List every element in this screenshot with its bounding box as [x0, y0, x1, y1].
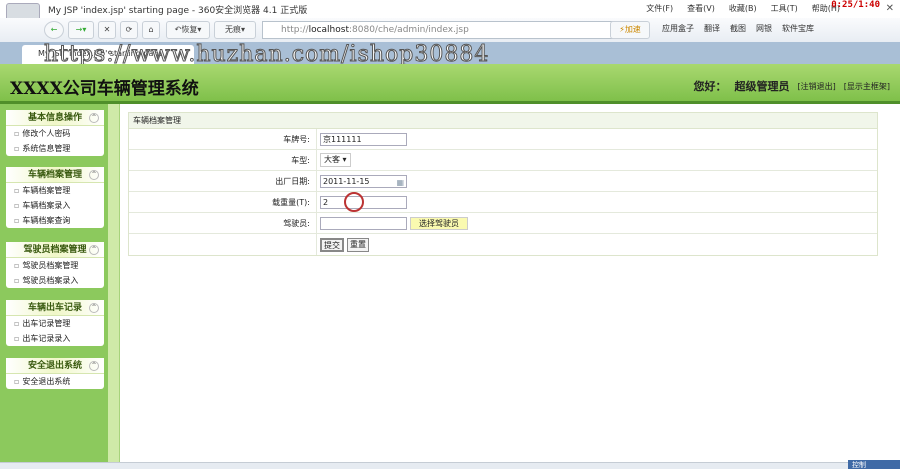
tool-ebank[interactable]: 网银 — [756, 23, 772, 34]
choose-driver-button[interactable]: 选择驾驶员 — [410, 216, 468, 230]
user-name: 超级管理员 — [734, 80, 790, 93]
sidebar-item[interactable]: 车辆档案查询 — [6, 213, 104, 228]
form-row-type: 车型: 大客 ▾ — [129, 150, 877, 171]
sidebar-group-driver: 驾驶员档案管理^ 驾驶员档案管理 驾驶员档案录入 — [6, 242, 104, 288]
home-icon[interactable]: ⌂ — [142, 21, 160, 39]
sidebar-item[interactable]: 车辆档案录入 — [6, 198, 104, 213]
menu-file[interactable]: 文件(F) — [646, 3, 673, 14]
sidebar-item[interactable]: 驾驶员档案录入 — [6, 273, 104, 288]
plate-input[interactable]: 京111111 — [320, 132, 407, 146]
sidebar-group-exit: 安全退出系统 ^ 安全退出系统 — [6, 358, 104, 389]
app-title: XXXX公司车辆管理系统 — [10, 79, 199, 99]
url-host: localhost — [308, 25, 349, 35]
stop-icon[interactable]: ✕ — [98, 21, 116, 39]
tool-translate[interactable]: 翻译 — [704, 23, 720, 34]
collapse-icon[interactable]: ^ — [89, 113, 99, 123]
group-header[interactable]: 安全退出系统 ^ — [6, 358, 104, 374]
status-bar — [0, 462, 900, 469]
date-label: 出厂日期: — [129, 171, 317, 191]
group-title: 驾驶员档案管理 — [23, 245, 87, 255]
form-row-actions: 提交 重置 — [129, 234, 877, 255]
group-header[interactable]: 基本信息操作 ^ — [6, 110, 104, 126]
type-select[interactable]: 大客 ▾ — [320, 153, 351, 167]
date-value: 2011-11-15 — [323, 176, 370, 186]
collapse-icon[interactable]: ^ — [89, 170, 99, 180]
browser-toolbar: ← →▾ ✕ ⟳ ⌂ ↶恢复▾ 无痕▾ http://localhost:808… — [0, 18, 900, 42]
menu-tools[interactable]: 工具(T) — [771, 3, 798, 14]
group-header[interactable]: 车辆档案管理 ^ — [6, 167, 104, 183]
accelerate-label: 加速 — [624, 25, 641, 34]
back-icon[interactable]: ← — [44, 21, 64, 39]
sidebar: 基本信息操作 ^ 修改个人密码 系统信息管理 车辆档案管理 ^ 车辆档案管理 车辆档… — [0, 104, 108, 462]
tool-screenshot[interactable]: 截图 — [730, 23, 746, 34]
calendar-icon[interactable]: ▦ — [396, 177, 404, 188]
collapse-icon[interactable]: ^ — [89, 245, 99, 255]
accelerate-button[interactable]: ⚡加速 — [610, 21, 650, 39]
panel-title: 车辆档案管理 — [129, 113, 877, 129]
browser-titlebar: My JSP 'index.jsp' starting page - 360安全… — [0, 0, 900, 39]
driver-input[interactable] — [320, 216, 407, 230]
form-row-plate: 车牌号: 京111111 — [129, 129, 877, 150]
sidebar-group-trips: 车辆出车记录 ^ 出车记录管理 出车记录录入 — [6, 300, 104, 346]
form-row-load: 载重量(T): 2 — [129, 192, 877, 213]
sidebar-item[interactable]: 安全退出系统 — [6, 374, 104, 389]
window-title: My JSP 'index.jsp' starting page - 360安全… — [48, 6, 308, 16]
tool-software[interactable]: 软件宝库 — [782, 23, 814, 34]
group-header[interactable]: 驾驶员档案管理 ^ — [6, 242, 104, 258]
logout-link[interactable]: [注销退出] — [798, 81, 836, 92]
cursor-highlight — [344, 192, 364, 212]
driver-label: 驾驶员: — [129, 213, 317, 233]
submit-button[interactable]: 提交 — [320, 237, 344, 252]
url-prefix: http:// — [281, 25, 309, 35]
address-bar[interactable]: http://localhost:8080/che/admin/index.js… — [262, 21, 637, 39]
close-icon[interactable]: ✕ — [886, 3, 894, 14]
form-row-driver: 驾驶员: 选择驾驶员 — [129, 213, 877, 234]
recording-timer: 0:25/1:40 — [831, 0, 880, 10]
menu-view[interactable]: 查看(V) — [687, 3, 715, 14]
sidebar-item[interactable]: 系统信息管理 — [6, 141, 104, 156]
sidebar-item[interactable]: 驾驶员档案管理 — [6, 258, 104, 273]
group-title: 车辆档案管理 — [27, 170, 82, 180]
group-header[interactable]: 车辆出车记录 ^ — [6, 300, 104, 316]
reset-button[interactable]: 重置 — [347, 237, 369, 252]
sidebar-splitter[interactable] — [108, 104, 120, 462]
forward-icon[interactable]: →▾ — [68, 21, 94, 39]
group-title: 基本信息操作 — [27, 113, 82, 123]
menu-favorites[interactable]: 收藏(B) — [729, 3, 757, 14]
group-title: 安全退出系统 — [27, 361, 82, 371]
collapse-icon[interactable]: ^ — [89, 361, 99, 371]
tool-appbox[interactable]: 应用盒子 — [662, 23, 694, 34]
sidebar-item[interactable]: 修改个人密码 — [6, 126, 104, 141]
control-button[interactable]: 控制 — [848, 460, 900, 469]
form-row-date: 出厂日期: 2011-11-15 ▦ — [129, 171, 877, 192]
sidebar-item[interactable]: 车辆档案管理 — [6, 183, 104, 198]
group-title: 车辆出车记录 — [27, 303, 82, 313]
type-value: 大客 — [324, 155, 340, 164]
browser-menu: 文件(F) 查看(V) 收藏(B) 工具(T) 帮助(H) — [646, 3, 840, 14]
incognito-label: 无痕 — [224, 25, 241, 34]
restore-label: 恢复 — [181, 25, 198, 34]
sidebar-item[interactable]: 出车记录管理 — [6, 316, 104, 331]
actions-label — [129, 234, 317, 255]
sidebar-group-vehicle: 车辆档案管理 ^ 车辆档案管理 车辆档案录入 车辆档案查询 — [6, 167, 104, 228]
welcome-area: 您好： 超级管理员 [注销退出] [显示主框架] — [694, 78, 891, 94]
collapse-icon[interactable]: ^ — [89, 303, 99, 313]
restore-button[interactable]: ↶恢复▾ — [166, 21, 210, 39]
app-header: XXXX公司车辆管理系统 您好： 超级管理员 [注销退出] [显示主框架] — [0, 64, 900, 104]
extension-tools: 应用盒子 翻译 截图 网银 软件宝库 — [662, 23, 814, 34]
sidebar-group-basic: 基本信息操作 ^ 修改个人密码 系统信息管理 — [6, 110, 104, 156]
sidebar-item[interactable]: 出车记录录入 — [6, 331, 104, 346]
url-path: :8080/che/admin/index.jsp — [348, 25, 469, 35]
vehicle-form-panel: 车辆档案管理 车牌号: 京111111 车型: 大客 ▾ 出厂日期: 2011-11-… — [128, 112, 878, 256]
type-label: 车型: — [129, 150, 317, 170]
plate-label: 车牌号: — [129, 129, 317, 149]
incognito-button[interactable]: 无痕▾ — [214, 21, 256, 39]
refresh-icon[interactable]: ⟳ — [120, 21, 138, 39]
date-input[interactable]: 2011-11-15 ▦ — [320, 174, 407, 188]
greeting: 您好： — [693, 80, 727, 93]
show-frame-link[interactable]: [显示主框架] — [844, 81, 890, 92]
load-label: 载重量(T): — [129, 192, 317, 212]
